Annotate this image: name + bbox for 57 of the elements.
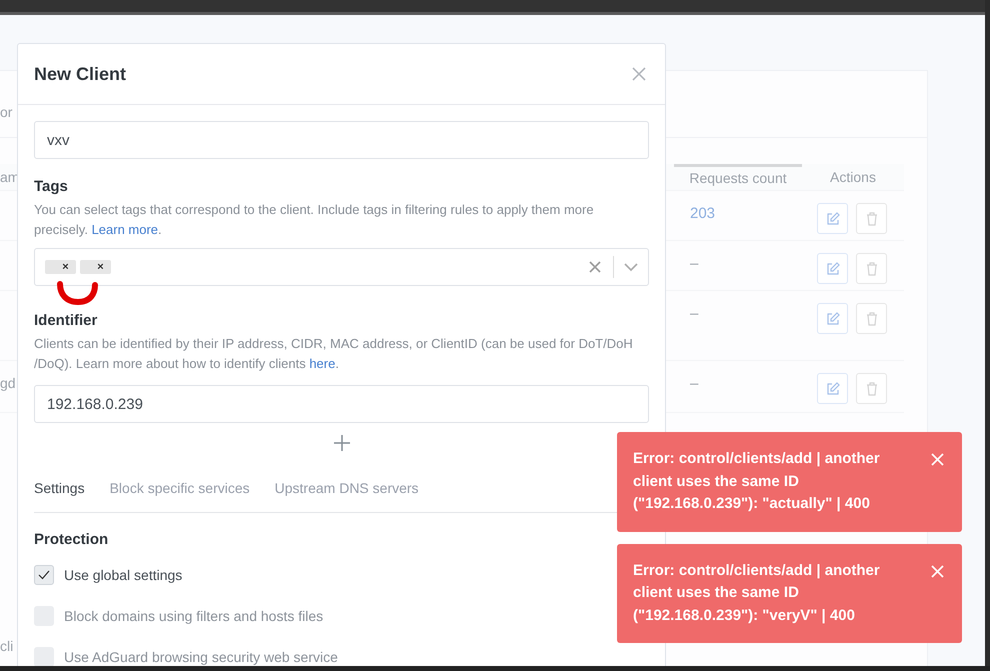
identifier-description: Clients can be identified by their IP address, CIDR, MAC address, or ClientID (can be used for DoT/DoH /DoQ). Learn more about how to identify clients here. xyxy=(34,335,634,373)
trash-icon xyxy=(866,262,878,276)
checkbox[interactable] xyxy=(34,564,54,584)
plus-icon xyxy=(332,434,350,452)
tab[interactable]: Upstream DNS servers xyxy=(274,480,419,496)
trash-icon xyxy=(866,312,878,326)
delete-button[interactable] xyxy=(856,373,887,404)
check-icon xyxy=(38,570,50,580)
name-field[interactable]: vxv xyxy=(34,121,649,159)
close-icon xyxy=(931,564,944,578)
checkbox-label: Use AdGuard browsing security web service xyxy=(64,648,338,664)
requests-count: – xyxy=(689,254,700,274)
requests-count: – xyxy=(689,374,700,394)
delete-button[interactable] xyxy=(856,303,887,334)
column-header[interactable]: Actions xyxy=(802,164,904,191)
edit-button[interactable] xyxy=(817,373,848,404)
here-link[interactable]: here xyxy=(309,356,336,370)
client-name: gd xyxy=(0,375,16,391)
requests-count: 203 xyxy=(689,204,716,224)
section-heading: Protection xyxy=(34,531,110,548)
chevron-down-icon[interactable] xyxy=(624,262,638,272)
edit-icon xyxy=(826,212,840,226)
requests-count: – xyxy=(689,304,700,324)
clear-icon[interactable] xyxy=(589,261,601,273)
edit-icon xyxy=(826,312,840,326)
edit-icon xyxy=(826,262,840,276)
delete-button[interactable] xyxy=(856,253,887,284)
field-label: Tags xyxy=(34,178,69,195)
tab[interactable]: Settings xyxy=(34,480,85,496)
close-icon xyxy=(931,453,944,466)
dialog-title: New Client xyxy=(34,64,126,84)
edit-button[interactable] xyxy=(817,203,848,234)
field-label: Identifier xyxy=(34,312,98,329)
edit-button[interactable] xyxy=(817,253,848,284)
table-text: cli xyxy=(0,638,14,654)
learn-more-link[interactable]: Learn more xyxy=(92,222,158,236)
tags-description: You can select tags that correspond to the client. Include tags in filtering rules to apply them more precisely. Learn more. xyxy=(34,201,595,239)
column-header[interactable]: Requests count xyxy=(674,164,802,191)
trash-icon xyxy=(866,212,878,226)
error-message: Error: control/clients/add | another client uses the same ID ("192.168.0.239"): "veryV" | 400 xyxy=(633,560,881,626)
tag-chip[interactable]: × xyxy=(45,260,76,274)
trash-icon xyxy=(866,382,878,396)
annotation-stroke xyxy=(56,281,100,307)
close-icon xyxy=(631,66,647,82)
checkbox-label: Block domains using filters and hosts files xyxy=(64,608,324,624)
tab[interactable]: Block specific services xyxy=(110,480,250,496)
checkbox-label: Use global settings xyxy=(64,566,182,582)
tag-chip[interactable]: × xyxy=(80,260,111,274)
edit-icon xyxy=(826,382,840,396)
identifier-field[interactable]: 192.168.0.239 xyxy=(34,385,649,423)
add-button[interactable] xyxy=(332,434,350,452)
edit-button[interactable] xyxy=(817,303,848,334)
search-text: or xyxy=(0,104,12,120)
delete-button[interactable] xyxy=(856,203,887,234)
tags-select[interactable]: × × xyxy=(34,248,649,286)
close-button[interactable] xyxy=(631,66,647,82)
error-message: Error: control/clients/add | another client uses the same ID ("192.168.0.239"): "actually" | 400 xyxy=(633,449,881,514)
